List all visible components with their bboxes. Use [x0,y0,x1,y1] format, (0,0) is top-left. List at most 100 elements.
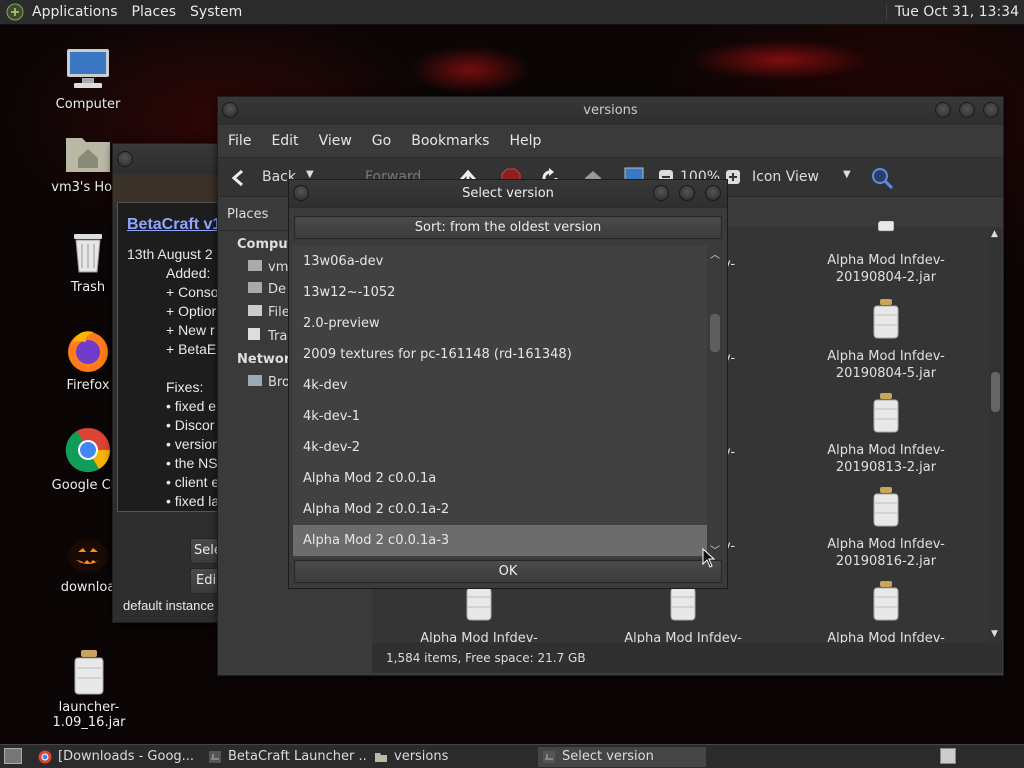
version-item[interactable]: 13w12~-1052 [293,277,707,308]
ok-button[interactable]: OK [294,560,722,583]
file-item[interactable]: Alpha Mod Infdev-20190816-2.jar [801,487,971,570]
menu-view[interactable]: View [319,133,352,149]
task-select-version[interactable]: Select version [538,747,706,767]
task-downloads-chrome[interactable]: [Downloads - Goog... [34,747,202,767]
changelog-line: + Conso [166,284,219,300]
maximize-button[interactable] [679,185,695,201]
network-icon [248,375,262,386]
window-menu-button[interactable] [293,185,309,201]
dialog-title: Select version [462,186,554,201]
window-menu-button[interactable] [117,151,133,167]
sidebar-item-browse-network[interactable]: Bro [248,375,290,390]
sort-order-button[interactable]: Sort: from the oldest version [294,216,722,239]
betacraft-titlebar[interactable] [113,144,221,174]
sidebar-section-computer: Comput [237,237,294,252]
minimize-button[interactable] [935,102,951,118]
scroll-up-icon[interactable]: ▲ [991,229,998,239]
window-title: versions [583,103,638,118]
version-item[interactable]: 2.0-preview [293,308,707,339]
file-item[interactable]: Alpha Mod Infdev-20190804-2.jar [801,220,971,286]
view-mode-select[interactable]: Icon View [752,169,819,185]
show-desktop-icon[interactable] [4,748,22,764]
desktop-icon-label: launcher-1.09_16.jar [52,700,126,730]
file-item[interactable]: Alpha Mod Infdev- [801,581,971,647]
version-item[interactable]: 4k-dev [293,370,707,401]
changelog-line: Fixes: [166,379,204,395]
menu-file[interactable]: File [228,133,251,149]
top-panel: Applications Places System Tue Oct 31, 1… [0,0,1024,25]
gnome-foot-icon[interactable] [6,3,24,21]
menu-edit[interactable]: Edit [271,133,298,149]
desktop-icon-computer[interactable]: Computer [33,45,143,112]
dialog-titlebar[interactable]: Select version [289,180,727,208]
changelog-line: • Discor [166,417,215,433]
version-item[interactable]: 4k-dev-1 [293,401,707,432]
search-icon[interactable] [870,166,894,190]
drive-icon [248,305,262,316]
chevron-up-icon[interactable]: ︿ [710,246,720,261]
sidebar-item-trash[interactable]: Tra [248,328,287,344]
changelog-line: • fixed e [166,398,217,414]
java-icon [209,751,221,763]
sidebar-header[interactable]: Places [227,207,268,222]
instance-label: default instance [123,598,215,613]
version-list-scrollbar[interactable]: ︿ ﹀ [707,246,723,558]
changelog-date: 13th August 2 [127,246,213,262]
content-scrollbar[interactable]: ▲ ▼ [989,227,1002,643]
status-bar: 1,584 items, Free space: 21.7 GB [372,643,1002,673]
jar-icon [873,487,899,527]
changelog-line: • client e [166,474,220,490]
chrome-icon [38,750,52,764]
file-item[interactable]: Alpha Mod Infdev-20190804-5.jar [801,299,971,382]
workspace-switcher-icon[interactable] [940,748,956,764]
back-arrow-icon[interactable] [230,168,250,188]
menu-go[interactable]: Go [372,133,391,149]
applications-menu[interactable]: Applications [32,4,118,20]
trash-icon [248,328,260,340]
task-versions[interactable]: versions [370,747,534,767]
menubar: File Edit View Go Bookmarks Help [218,125,1003,157]
menu-bookmarks[interactable]: Bookmarks [411,133,489,149]
jar-icon [878,220,894,232]
close-button[interactable] [705,185,721,201]
places-menu[interactable]: Places [132,4,177,20]
close-button[interactable] [983,102,999,118]
task-betacraft-launcher[interactable]: BetaCraft Launcher ... [204,747,368,767]
taskbar: [Downloads - Goog... BetaCraft Launcher … [0,744,1024,768]
jar-icon [65,648,113,696]
clock[interactable]: Tue Oct 31, 13:34 [885,4,1019,20]
changelog-line: + New r [166,322,215,338]
view-mode-dropdown-icon[interactable]: ▼ [843,169,851,180]
scroll-down-icon[interactable]: ▼ [991,629,998,639]
version-item[interactable]: Alpha Mod 2 c0.0.1a [293,463,707,494]
version-item[interactable]: 13w06a-dev [293,246,707,277]
changelog-line: • the NS [166,455,218,471]
scrollbar-thumb[interactable] [710,314,720,352]
file-item[interactable]: Alpha Mod Infdev-20190813-2.jar [801,393,971,476]
system-menu[interactable]: System [190,4,242,20]
version-item[interactable]: Alpha Mod 2 c0.0.1a-2 [293,494,707,525]
file-manager-titlebar[interactable]: versions [218,97,1003,125]
sidebar-item-filesystem[interactable]: File [248,305,290,320]
version-item[interactable]: 4k-dev-2 [293,432,707,463]
scrollbar-thumb[interactable] [991,372,1000,412]
version-list: 13w06a-dev 13w12~-1052 2.0-preview 2009 … [293,246,707,558]
desktop-icon-launcher-jar[interactable]: launcher-1.09_16.jar [28,648,150,730]
window-menu-button[interactable] [222,102,238,118]
maximize-button[interactable] [959,102,975,118]
trash-icon [64,228,112,276]
home-folder-icon [64,128,112,176]
firefox-icon [64,326,112,374]
changelog-line: • fixed la [166,493,220,509]
file-item[interactable]: Alpha Mod Infdev- [394,581,564,647]
sidebar-item-home[interactable]: vm [248,260,288,275]
file-item[interactable]: Alpha Mod Infdev- [598,581,768,647]
changelog-line: • version [166,436,220,452]
folder-icon [248,282,262,293]
version-item[interactable]: 2009 textures for pc-161148 (rd-161348) [293,339,707,370]
betacraft-title-link[interactable]: BetaCraft v1 [127,216,221,234]
version-item-selected[interactable]: Alpha Mod 2 c0.0.1a-3 [293,525,707,556]
minimize-button[interactable] [653,185,669,201]
sidebar-item-desktop[interactable]: De [248,282,286,297]
menu-help[interactable]: Help [509,133,541,149]
